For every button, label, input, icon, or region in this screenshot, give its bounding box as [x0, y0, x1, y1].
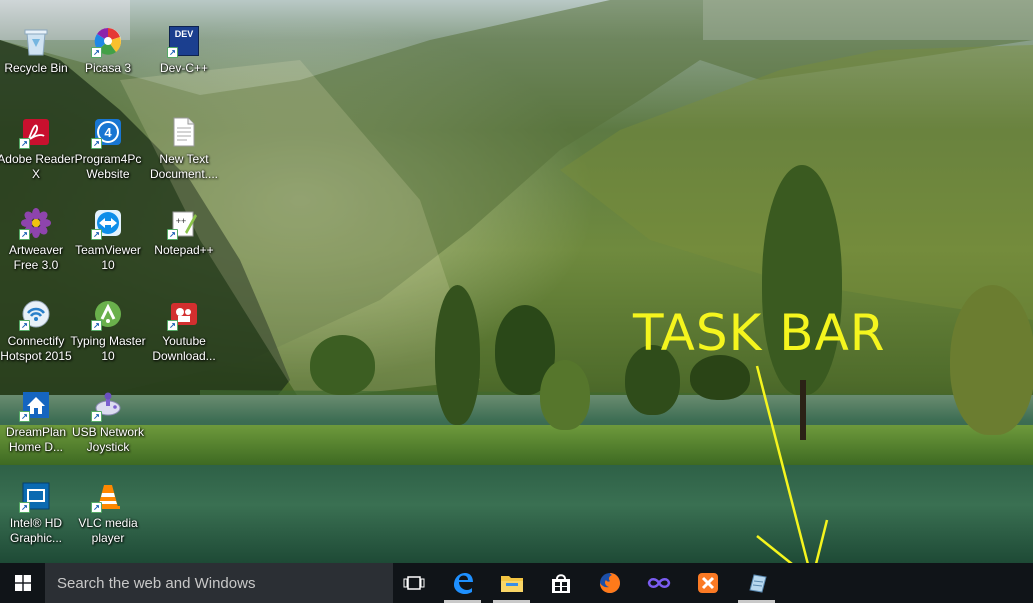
shortcut-arrow-icon: ↗ [19, 502, 30, 513]
program4pc-icon: 4 ↗ [91, 115, 125, 149]
desktop-icon-artweaver[interactable]: ↗ Artweaver Free 3.0 [0, 204, 72, 290]
typing-master-icon: ↗ [91, 297, 125, 331]
desktop-icon-adobe-reader[interactable]: ↗ Adobe Reader X [0, 113, 75, 199]
desktop-icon-label: Artweaver Free 3.0 [8, 243, 64, 272]
dev-cpp-icon: DEV ↗ [167, 24, 201, 58]
desktop-icon-text-document[interactable]: New Text Document.... [148, 113, 220, 199]
taskbar-app-edge[interactable] [440, 563, 485, 603]
desktop-icon-usb-joystick[interactable]: ↗ USB Network Joystick [72, 386, 144, 472]
shortcut-arrow-icon: ↗ [91, 320, 102, 331]
desktop-icon-program4pc[interactable]: 4 ↗ Program4Pc Website [72, 113, 144, 199]
desktop-icon-typing-master[interactable]: ↗ Typing Master 10 [70, 295, 146, 381]
desktop-icon-youtube-downloader[interactable]: ↗ Youtube Download... [148, 295, 220, 381]
tree [950, 285, 1033, 435]
taskbar-app-firefox[interactable] [587, 563, 632, 603]
infinity-icon [646, 570, 672, 596]
windows-logo-icon [14, 575, 31, 591]
tree [540, 360, 590, 430]
desktop-icon-label: Notepad++ [154, 243, 214, 257]
desktop-icon-label: USB Network Joystick [71, 425, 145, 454]
firefox-icon [597, 570, 623, 596]
shortcut-arrow-icon: ↗ [167, 320, 178, 331]
vlc-icon: ↗ [91, 479, 125, 513]
search-input[interactable]: Search the web and Windows [45, 563, 393, 603]
desktop-icon-notepad-plus-plus[interactable]: ++ ↗ Notepad++ [148, 204, 220, 290]
svg-text:4: 4 [104, 125, 112, 140]
taskbar-app-notes[interactable] [734, 563, 779, 603]
recycle-bin-icon [19, 24, 53, 58]
taskbar: Search the web and Windows [0, 563, 1033, 603]
xampp-icon [695, 570, 721, 596]
youtube-downloader-icon: ↗ [167, 297, 201, 331]
task-view-button[interactable] [391, 563, 436, 603]
desktop-icon-label: VLC media player [78, 516, 138, 545]
text-document-icon [167, 115, 201, 149]
adobe-reader-icon: ↗ [19, 115, 53, 149]
edge-icon [450, 570, 476, 596]
desktop-icon-intel-graphics[interactable]: ↗ Intel® HD Graphic... [0, 477, 72, 563]
shortcut-arrow-icon: ↗ [167, 229, 178, 240]
store-icon [548, 570, 574, 596]
desktop-icon-dreamplan[interactable]: ↗ DreamPlan Home D... [0, 386, 72, 472]
shortcut-arrow-icon: ↗ [19, 138, 30, 149]
tree [310, 335, 375, 395]
desktop-icon-label: New Text Document.... [149, 152, 219, 181]
taskbar-app-xampp[interactable] [685, 563, 730, 603]
shortcut-arrow-icon: ↗ [167, 47, 178, 58]
desktop-icon-label: TeamViewer 10 [75, 243, 141, 272]
lake-shore [0, 425, 1033, 465]
folder-icon [499, 570, 525, 596]
desktop-icon-dev-cpp[interactable]: DEV ↗ Dev-C++ [148, 22, 220, 108]
shortcut-arrow-icon: ↗ [91, 47, 102, 58]
desktop-icon-label: Connectify Hotspot 2015 [0, 334, 72, 363]
shortcut-arrow-icon: ↗ [19, 320, 30, 331]
taskbar-app-file-explorer[interactable] [489, 563, 534, 603]
desktop-icon-label: Youtube Download... [152, 334, 216, 363]
desktop-icon-label: Typing Master 10 [70, 334, 146, 363]
shortcut-arrow-icon: ↗ [91, 229, 102, 240]
artweaver-icon: ↗ [19, 206, 53, 240]
search-placeholder: Search the web and Windows [57, 574, 256, 592]
desktop-icon-label: Adobe Reader X [0, 152, 75, 181]
shortcut-arrow-icon: ↗ [91, 411, 102, 422]
shortcut-arrow-icon: ↗ [91, 502, 102, 513]
desktop-icon-recycle-bin[interactable]: Recycle Bin [0, 22, 72, 108]
notepad-plus-plus-icon: ++ ↗ [167, 206, 201, 240]
desktop-icon-teamviewer[interactable]: ↗ TeamViewer 10 [72, 204, 144, 290]
desktop-icon-label: Recycle Bin [4, 61, 68, 75]
shortcut-arrow-icon: ↗ [91, 138, 102, 149]
desktop-icon-label: DreamPlan Home D... [5, 425, 67, 454]
desktop-icon-vlc[interactable]: ↗ VLC media player [72, 477, 144, 563]
start-button[interactable] [0, 563, 45, 603]
dreamplan-icon: ↗ [19, 388, 53, 422]
taskbar-app-visual-studio[interactable] [636, 563, 681, 603]
picasa-icon: ↗ [91, 24, 125, 58]
connectify-icon: ↗ [19, 297, 53, 331]
intel-graphics-icon: ↗ [19, 479, 53, 513]
taskbar-annotation-label: TASK BAR [633, 304, 886, 362]
desktop-icon-label: Program4Pc Website [74, 152, 142, 181]
taskbar-app-store[interactable] [538, 563, 583, 603]
desktop-icon-connectify[interactable]: ↗ Connectify Hotspot 2015 [0, 295, 72, 381]
desktop-icon-label: Picasa 3 [84, 61, 132, 75]
tree-trunk [800, 380, 806, 440]
app-icon [744, 570, 770, 596]
tree [435, 285, 480, 425]
desktop-icon-label: Intel® HD Graphic... [9, 516, 63, 545]
svg-text:++: ++ [176, 216, 187, 226]
shortcut-arrow-icon: ↗ [19, 411, 30, 422]
desktop-icon-label: Dev-C++ [159, 61, 209, 75]
teamviewer-icon: ↗ [91, 206, 125, 240]
shortcut-arrow-icon: ↗ [19, 229, 30, 240]
lake [0, 395, 1033, 563]
usb-joystick-icon: ↗ [91, 388, 125, 422]
desktop-icon-picasa[interactable]: ↗ Picasa 3 [72, 22, 144, 108]
task-view-icon [401, 570, 427, 596]
